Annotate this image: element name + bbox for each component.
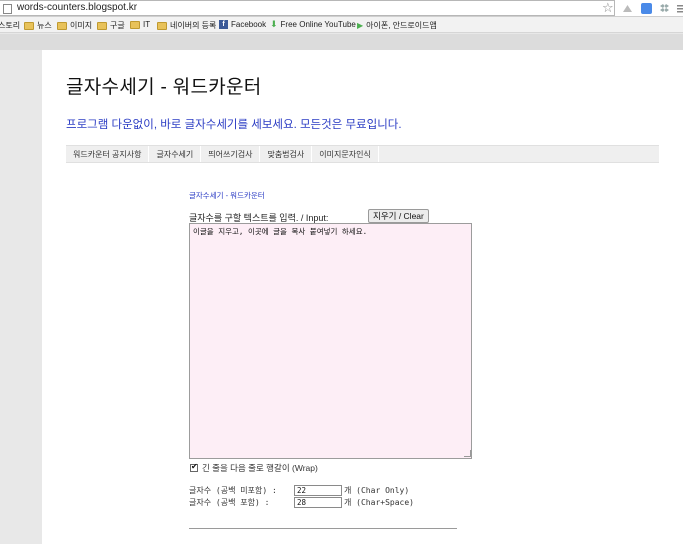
bookmark-item[interactable]: 뉴스 [24, 20, 52, 31]
extension-check-icon[interactable] [641, 3, 652, 14]
bookmark-star-icon[interactable]: ☆ [602, 0, 614, 16]
text-input[interactable]: 이글을 지우고, 이곳에 글을 복사 붙여넣기 하세요. [189, 223, 472, 459]
folder-icon [157, 21, 167, 30]
clear-button[interactable]: 지우기 / Clear [368, 209, 429, 223]
nav-bar: 워드카운터 공지사항 글자수세기 띄어쓰기검사 맞춤법검사 이미지문자인식 [66, 145, 659, 163]
play-icon: ▶ [357, 21, 364, 30]
wrap-option[interactable]: 긴 줄을 다음 줄로 행갈이 (Wrap) [190, 462, 318, 474]
url-field[interactable]: words-counters.blogspot.kr [0, 0, 615, 16]
count-unit: 개 (Char Only) [344, 486, 410, 495]
count-value-field[interactable]: 22 [294, 485, 342, 496]
extension-icon[interactable] [622, 3, 633, 14]
facebook-icon: f [219, 20, 228, 29]
address-bar: words-counters.blogspot.kr ☆ [0, 0, 683, 17]
breadcrumb[interactable]: 글자수세기 - 워드카운터 [189, 190, 265, 201]
bookmark-item[interactable]: ⬇ Free Online YouTube [270, 19, 356, 30]
dropbox-icon[interactable] [659, 3, 670, 14]
page-subtitle: 프로그램 다운없이, 바로 글자수세기를 세보세요. 모든것은 무료입니다. [66, 119, 402, 131]
nav-item-char-count[interactable]: 글자수세기 [149, 146, 202, 162]
bookmark-item[interactable]: 이미지 [57, 20, 92, 31]
bookmark-item[interactable]: f Facebook [219, 20, 266, 29]
wrap-checkbox[interactable] [190, 462, 198, 472]
count-row-with-space: 글자수 (공백 포함) : 28 개 (Char+Space) [189, 497, 414, 508]
page-icon [3, 4, 12, 14]
nav-item-spell-check[interactable]: 맞춤법검사 [260, 146, 313, 162]
menu-icon[interactable] [676, 3, 683, 14]
nav-item-spacing-check[interactable]: 띄어쓰기검사 [201, 146, 261, 162]
bookmark-item[interactable]: IT [130, 20, 150, 29]
count-unit: 개 (Char+Space) [344, 498, 414, 507]
divider [189, 528, 457, 529]
resize-handle[interactable] [464, 450, 471, 457]
count-label: 글자수 (공백 미포함) : [189, 486, 277, 495]
bookmark-item[interactable]: ▶ 아이폰, 안드로이드앱 [357, 20, 437, 31]
page-margin [0, 34, 683, 50]
bookmarks-bar: 스토리 뉴스 이미지 구글 IT 네이버의 등록 f Facebook ⬇ Free… [0, 17, 683, 33]
page-title: 글자수세기 - 워드카운터 [66, 77, 262, 98]
count-label: 글자수 (공백 포함) : [189, 498, 270, 507]
url-text[interactable]: words-counters.blogspot.kr [17, 2, 137, 13]
folder-icon [24, 21, 34, 30]
download-icon: ⬇ [270, 19, 278, 29]
nav-item-notice[interactable]: 워드카운터 공지사항 [66, 146, 150, 162]
folder-icon [130, 20, 140, 29]
bookmark-item[interactable]: 구글 [97, 20, 125, 31]
folder-icon [57, 21, 67, 30]
count-row-no-space: 글자수 (공백 미포함) : 22 개 (Char Only) [189, 485, 409, 496]
count-value-field[interactable]: 28 [294, 497, 342, 508]
page-content: 글자수세기 - 워드카운터 프로그램 다운없이, 바로 글자수세기를 세보세요.… [42, 50, 683, 544]
bookmark-item[interactable]: 스토리 [0, 20, 20, 31]
folder-icon [97, 21, 107, 30]
wrap-label: 긴 줄을 다음 줄로 행갈이 (Wrap) [202, 463, 318, 473]
bookmark-item[interactable]: 네이버의 등록 [157, 20, 216, 31]
nav-item-ocr[interactable]: 이미지문자인식 [312, 146, 379, 162]
